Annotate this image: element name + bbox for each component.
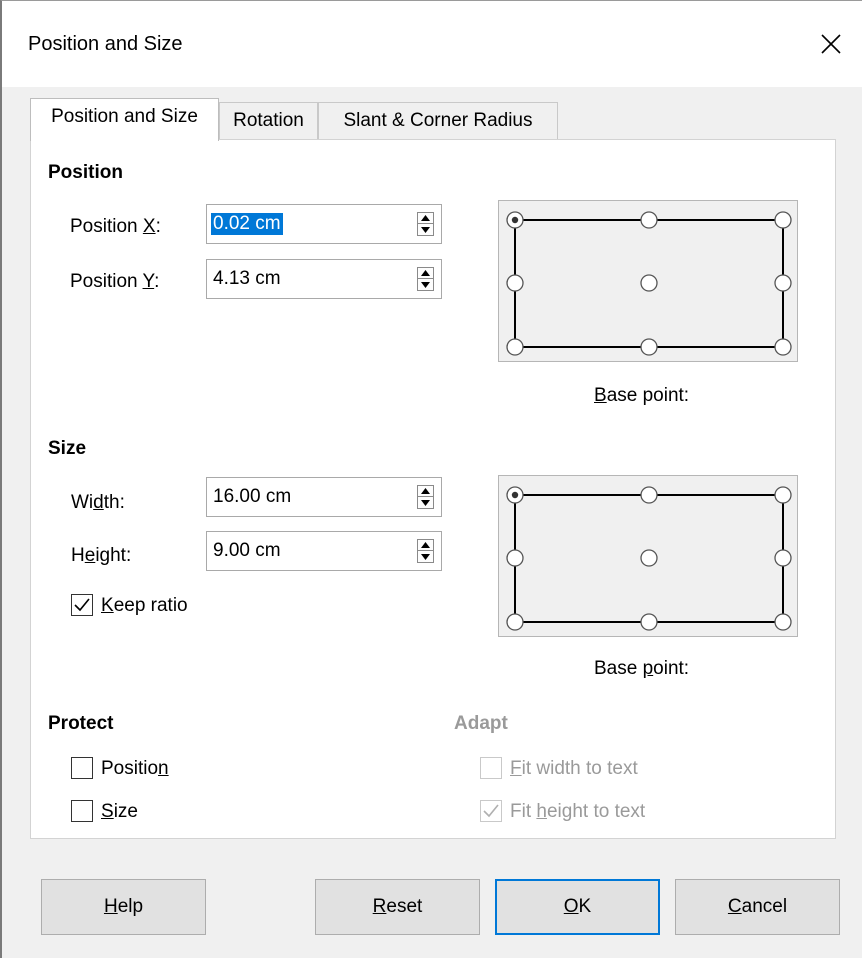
width-value[interactable]: 16.00 cm [213, 486, 291, 508]
reset-button[interactable]: Reset [315, 879, 480, 935]
checkmark-icon [74, 598, 90, 612]
checkmark-icon [483, 804, 499, 818]
position-y-spinbox[interactable]: 4.13 cm [206, 259, 442, 299]
position-x-spinbox[interactable]: 0.02 cm [206, 204, 442, 244]
position-base-point-label: Base point: [594, 385, 690, 406]
tab-label: Slant & Corner Radius [343, 110, 533, 131]
spin-up-icon[interactable] [418, 486, 433, 497]
tab-panel: Position Position X: 0.02 cm Position Y:… [30, 139, 836, 839]
position-base-point-selector[interactable] [498, 200, 798, 362]
position-x-spin-arrows[interactable] [417, 212, 434, 236]
position-and-size-dialog: Position and Size Position and Size Rota… [0, 0, 862, 958]
tab-rotation[interactable]: Rotation [219, 102, 318, 140]
adapt-heading: Adapt [454, 713, 508, 734]
spin-down-icon[interactable] [418, 551, 433, 562]
protect-position-checkbox[interactable] [71, 757, 93, 779]
tab-slant-corner-radius[interactable]: Slant & Corner Radius [318, 102, 558, 140]
tab-position-and-size[interactable]: Position and Size [30, 98, 219, 141]
help-button[interactable]: Help [41, 879, 206, 935]
size-heading: Size [48, 438, 87, 459]
fit-width-label[interactable]: Fit width to text [510, 758, 638, 780]
width-spin-arrows[interactable] [417, 485, 434, 509]
spin-up-icon[interactable] [418, 213, 433, 224]
keep-ratio-label[interactable]: Keep ratio [101, 595, 188, 617]
protect-size-checkbox[interactable] [71, 800, 93, 822]
tab-label: Position and Size [51, 106, 198, 127]
position-y-spin-arrows[interactable] [417, 267, 434, 291]
close-button[interactable] [810, 23, 852, 65]
spin-up-icon[interactable] [418, 540, 433, 551]
position-y-value[interactable]: 4.13 cm [213, 268, 281, 290]
protect-size-label[interactable]: Size [101, 801, 138, 823]
fit-width-checkbox[interactable] [480, 757, 502, 779]
size-base-point-selector[interactable] [498, 475, 798, 637]
spin-up-icon[interactable] [418, 268, 433, 279]
position-heading: Position [48, 162, 123, 183]
fit-height-checkbox[interactable] [480, 800, 502, 822]
position-x-label: Position X: [70, 216, 161, 237]
width-spinbox[interactable]: 16.00 cm [206, 477, 442, 517]
spin-down-icon[interactable] [418, 279, 433, 290]
protect-position-label[interactable]: Position [101, 758, 169, 780]
ok-button[interactable]: OK [495, 879, 660, 935]
width-label: Width: [71, 492, 125, 513]
height-label: Height: [71, 545, 132, 566]
close-icon [821, 34, 841, 54]
title-bar: Position and Size [2, 1, 862, 87]
tab-label: Rotation [233, 110, 304, 131]
position-x-value[interactable]: 0.02 cm [211, 213, 283, 235]
dialog-title: Position and Size [28, 33, 183, 55]
base-point-grid-icon [506, 211, 792, 356]
height-spinbox[interactable]: 9.00 cm [206, 531, 442, 571]
position-y-label: Position Y: [70, 271, 160, 292]
cancel-button[interactable]: Cancel [675, 879, 840, 935]
base-point-grid-icon [506, 486, 792, 631]
height-spin-arrows[interactable] [417, 539, 434, 563]
spin-down-icon[interactable] [418, 224, 433, 235]
protect-heading: Protect [48, 713, 114, 734]
size-base-point-label: Base point: [594, 658, 690, 679]
height-value[interactable]: 9.00 cm [213, 540, 281, 562]
keep-ratio-checkbox[interactable] [71, 594, 93, 616]
spin-down-icon[interactable] [418, 497, 433, 508]
fit-height-label[interactable]: Fit height to text [510, 801, 645, 823]
